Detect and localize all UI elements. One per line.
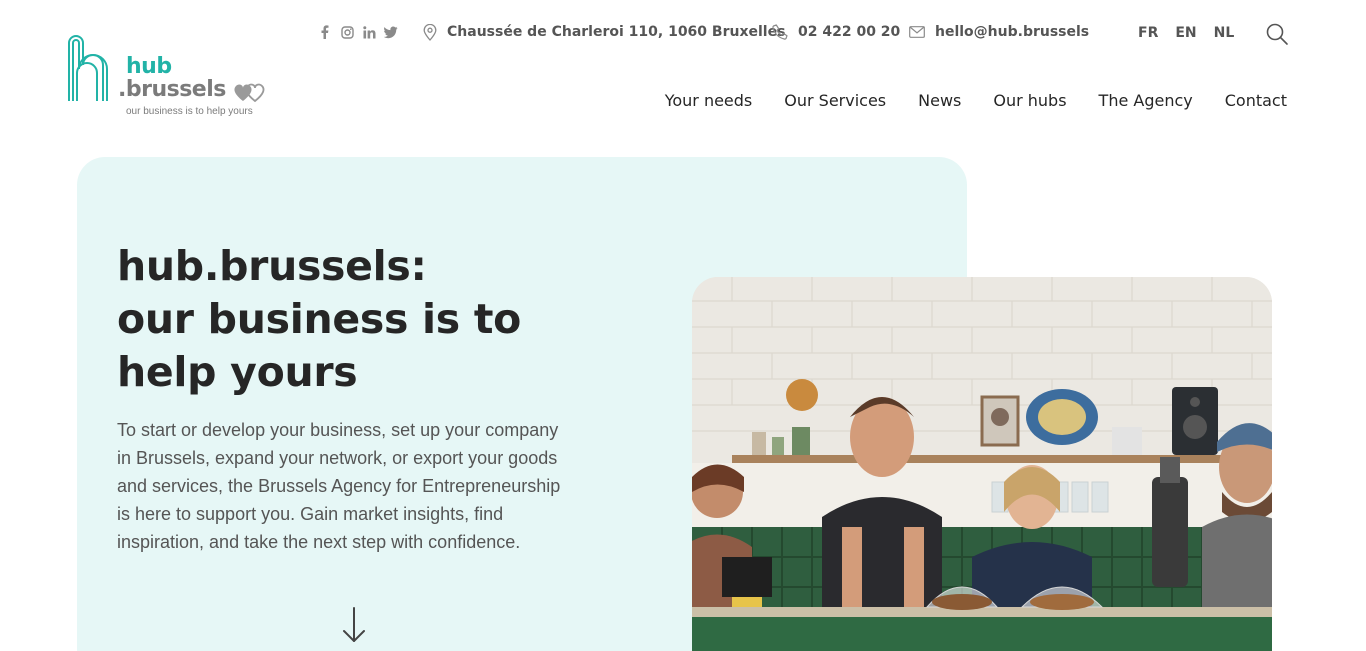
hero-photo (692, 277, 1272, 651)
twitter-icon[interactable] (384, 24, 398, 40)
mail-icon (909, 26, 925, 38)
phone-link[interactable]: 02 422 00 20 (772, 22, 900, 42)
logo-tagline: our business is to help yours (126, 106, 253, 117)
address-text: Chaussée de Charleroi 110, 1060 Bruxelle… (447, 24, 786, 40)
nav-contact[interactable]: Contact (1225, 91, 1287, 110)
nav-your-needs[interactable]: Your needs (665, 91, 753, 110)
linkedin-icon[interactable] (362, 24, 376, 40)
hero-title-line: help yours (117, 348, 358, 396)
hero-title-line: hub.brussels: (117, 242, 427, 290)
logo-h-mark-icon (68, 35, 108, 101)
arrow-down-icon[interactable] (341, 606, 367, 644)
logo-word-brussels: .brussels (118, 77, 226, 102)
phone-text: 02 422 00 20 (798, 24, 901, 40)
logo-hearts-icon (234, 83, 265, 103)
phone-icon (772, 24, 788, 40)
lang-nl[interactable]: NL (1214, 25, 1235, 41)
address-link[interactable]: Chaussée de Charleroi 110, 1060 Bruxelle… (423, 22, 785, 42)
hero-description: To start or develop your business, set u… (117, 420, 561, 552)
language-switcher: FR EN NL (1138, 25, 1234, 41)
email-link[interactable]: hello@hub.brussels (909, 22, 1089, 42)
nav-news[interactable]: News (918, 91, 961, 110)
nav-the-agency[interactable]: The Agency (1099, 91, 1193, 110)
hero-title: hub.brussels: our business is to help yo… (117, 240, 597, 399)
nav-our-services[interactable]: Our Services (784, 91, 886, 110)
instagram-icon[interactable] (340, 24, 354, 40)
lang-fr[interactable]: FR (1138, 25, 1158, 41)
email-text: hello@hub.brussels (935, 24, 1090, 40)
facebook-icon[interactable] (318, 24, 332, 40)
hero-title-line: our business is to (117, 295, 522, 343)
search-icon[interactable] (1265, 22, 1289, 46)
social-links (318, 24, 398, 40)
logo-word-hub: hub (126, 54, 172, 79)
nav-our-hubs[interactable]: Our hubs (993, 91, 1066, 110)
main-nav: Your needs Our Services News Our hubs Th… (665, 91, 1287, 110)
cafe-scene-image (692, 277, 1272, 651)
map-pin-icon (423, 23, 437, 41)
logo-link[interactable]: hub .brussels our business is to help yo… (66, 33, 276, 123)
lang-en[interactable]: EN (1175, 25, 1196, 41)
